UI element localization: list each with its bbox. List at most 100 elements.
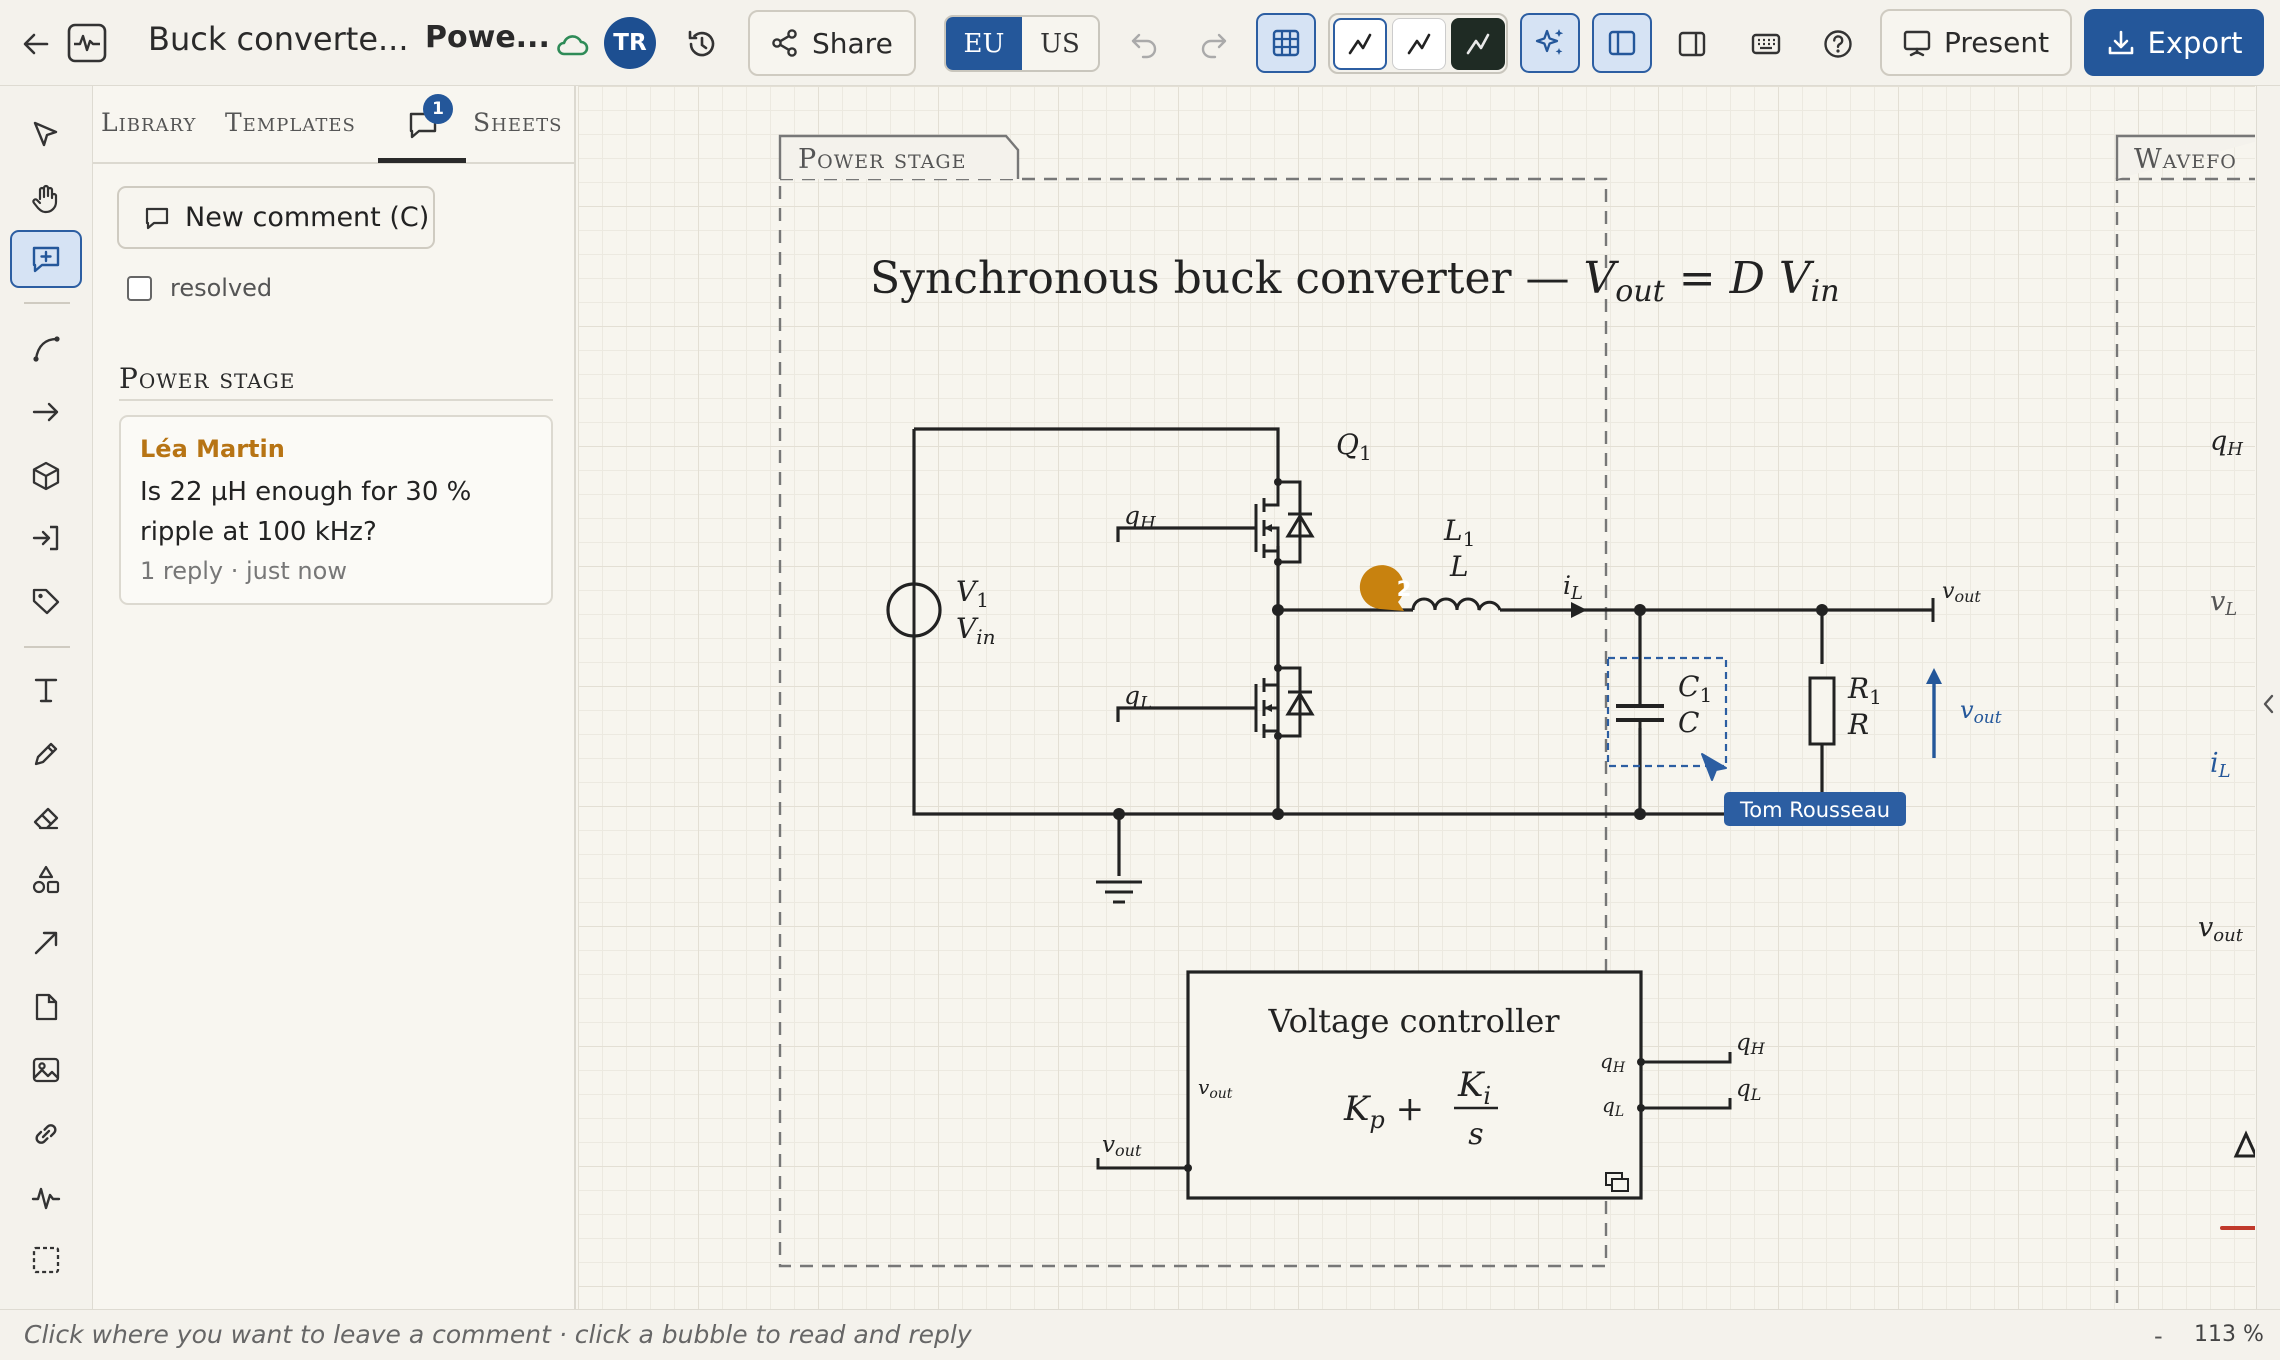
pointer-icon [33, 121, 58, 147]
component-tool[interactable] [10, 447, 82, 505]
frame-waveforms[interactable]: Wavefo [2115, 134, 2255, 1309]
redo-icon[interactable] [1192, 22, 1236, 66]
page-title[interactable]: Powe... [425, 20, 550, 55]
zigzag-icon [1407, 33, 1431, 55]
shapes-icon [32, 865, 60, 894]
zoom-out-button[interactable]: - [2154, 1322, 2163, 1350]
download-icon [2108, 30, 2133, 54]
controller-s: s [1468, 1117, 1483, 1152]
comment-meta[interactable]: 1 reply · just now [140, 557, 347, 585]
cursor-user-name: Tom Rousseau [1739, 798, 1890, 822]
frame-title-waveforms: Wavefo [2134, 144, 2237, 175]
wire-style-light[interactable] [1333, 18, 1387, 70]
net-label-ql: qL [1736, 1076, 1761, 1104]
wire-style-dark[interactable] [1451, 18, 1505, 70]
left-panel-toggle[interactable] [1592, 13, 1652, 73]
sparkle-icon [1535, 29, 1564, 55]
schematic-canvas[interactable]: Power stage Wavefo Synchronous buck conv… [578, 86, 2255, 1309]
help-icon[interactable] [1816, 22, 1860, 66]
comment-bubble[interactable]: 2 [1359, 565, 1412, 611]
pen-tool[interactable] [10, 725, 82, 783]
units-us[interactable]: US [1022, 17, 1098, 70]
panel-tabs: Library Templates 1 Sheets [93, 86, 576, 164]
marquee-tool[interactable] [10, 1231, 82, 1289]
arrow-tool[interactable] [10, 383, 82, 441]
back-arrow-icon[interactable] [14, 22, 58, 66]
units-toggle: EU US [944, 15, 1100, 72]
controller-title: Voltage controller [1267, 1002, 1560, 1040]
document-title[interactable]: Buck converte... [148, 20, 409, 58]
new-comment-label: New comment (C) [185, 202, 430, 233]
status-bar: Click where you want to leave a comment … [0, 1309, 2280, 1360]
grid-toggle[interactable] [1256, 13, 1316, 73]
ai-assist-toggle[interactable] [1520, 13, 1580, 73]
wire-junctions [1113, 604, 1828, 820]
chevron-left-icon [2263, 694, 2274, 714]
share-button[interactable]: Share [748, 10, 916, 76]
inductor-l1[interactable] [1411, 597, 1502, 611]
share-icon [772, 29, 797, 57]
right-panel-collapse[interactable] [2256, 86, 2280, 1309]
wire-tool[interactable] [10, 320, 82, 378]
label-tool[interactable] [10, 572, 82, 630]
resolved-checkbox[interactable] [127, 276, 152, 301]
label-r1: R1 [1847, 672, 1882, 709]
voltage-source-v1[interactable] [886, 582, 942, 638]
cube-icon [32, 461, 60, 491]
app-logo-icon [64, 20, 110, 66]
link-tool[interactable] [10, 1105, 82, 1163]
section-divider [119, 399, 553, 401]
comment-tool[interactable] [10, 230, 82, 288]
zigzag-icon [1466, 33, 1490, 55]
pan-tool[interactable] [10, 170, 82, 228]
note-tool[interactable] [10, 978, 82, 1036]
waveform-label-qh: qH [2210, 426, 2243, 460]
image-tool[interactable] [10, 1041, 82, 1099]
text-tool[interactable] [10, 661, 82, 719]
units-eu[interactable]: EU [946, 17, 1022, 70]
image-icon [32, 1057, 60, 1083]
zoom-level[interactable]: 113 % [2194, 1322, 2264, 1347]
mosfet-terminal [1274, 558, 1282, 566]
resistor-r1[interactable] [1808, 676, 1836, 746]
wire-style-paper[interactable] [1392, 18, 1446, 70]
present-icon [1903, 30, 1931, 56]
right-panel-toggle[interactable] [1670, 22, 1714, 66]
tag-icon [32, 588, 60, 615]
export-button[interactable]: Export [2084, 9, 2264, 76]
current-arrow [1571, 602, 1587, 618]
mosfet-high-side[interactable] [1254, 480, 1315, 564]
comment-card[interactable]: Léa Martin Is 22 µH enough for 30 % ripp… [119, 415, 553, 605]
new-comment-button[interactable]: New comment (C) [117, 186, 435, 249]
ground-symbol[interactable] [1096, 880, 1142, 904]
link-icon [35, 1124, 57, 1144]
tab-sheets[interactable]: Sheets [473, 108, 562, 137]
resolved-label: resolved [170, 274, 273, 302]
label-qh: qH [1124, 501, 1156, 534]
tab-templates[interactable]: Templates [225, 108, 356, 137]
mosfet-low-side[interactable] [1254, 666, 1315, 738]
comment-section-title: Power stage [119, 362, 296, 395]
eraser-icon [33, 807, 59, 830]
port-tool[interactable] [10, 509, 82, 567]
capacitor-c1[interactable] [1606, 656, 1728, 768]
waveform-tool[interactable] [10, 1169, 82, 1227]
present-button[interactable]: Present [1880, 9, 2072, 76]
eraser-tool[interactable] [10, 789, 82, 847]
line-tool[interactable] [10, 914, 82, 972]
undo-icon[interactable] [1122, 22, 1166, 66]
select-tool[interactable] [10, 106, 82, 164]
net-label-vout: vout [1102, 1132, 1142, 1160]
shapes-tool[interactable] [10, 851, 82, 909]
label-l1: L1 [1443, 514, 1475, 551]
waveform-label-il: iL [2210, 748, 2231, 782]
status-hint: Click where you want to leave a comment … [24, 1320, 972, 1349]
voltage-controller-block[interactable]: Voltage controller Kp + Ki s [1186, 970, 1643, 1200]
label-c1: C1 [1678, 670, 1712, 707]
comment-bubble-count: 2 [1397, 577, 1412, 601]
user-avatar[interactable]: TR [604, 17, 656, 69]
keyboard-icon[interactable] [1744, 22, 1788, 66]
history-icon[interactable] [680, 22, 724, 66]
vout-voltage-arrow[interactable] [1926, 668, 1942, 758]
tab-library[interactable]: Library [101, 108, 196, 137]
